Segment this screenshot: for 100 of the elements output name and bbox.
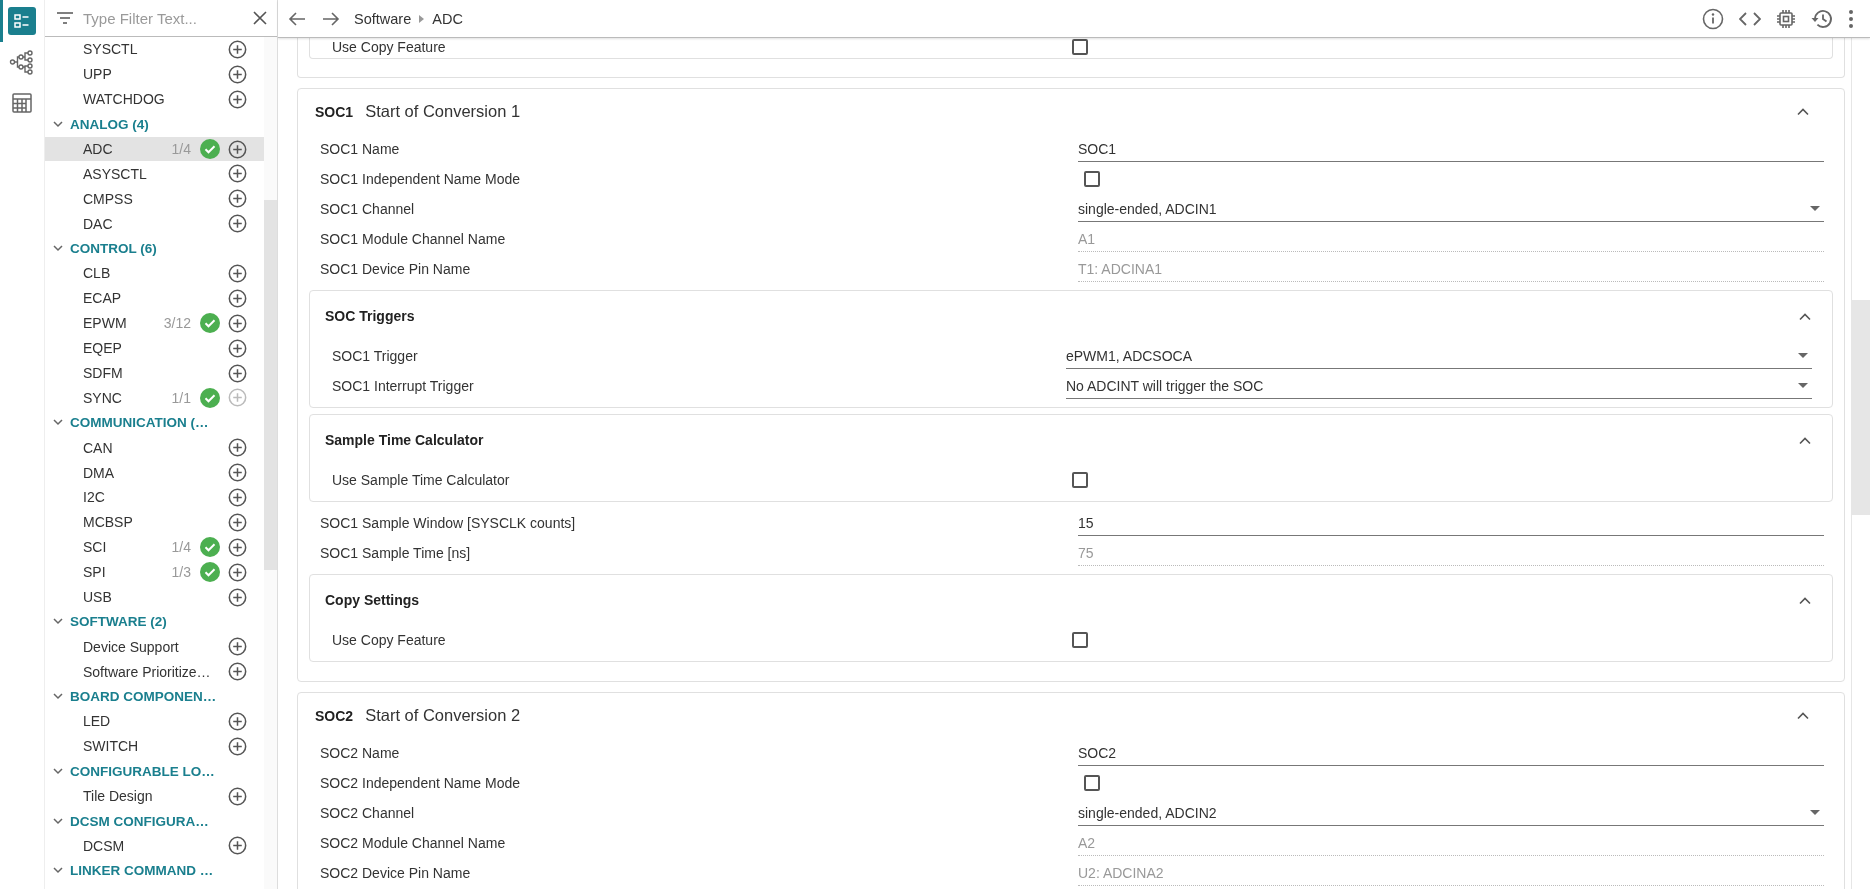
sidebar-item[interactable]: CLB <box>45 261 264 286</box>
text-field[interactable]: SOC2 <box>1078 740 1824 766</box>
sidebar-item[interactable]: ADC 1/4 <box>45 136 264 162</box>
sidebar-item[interactable]: Device Support <box>45 634 264 660</box>
add-icon[interactable] <box>228 463 247 483</box>
category-header[interactable]: ANALOG (4) <box>45 111 264 137</box>
sidebar-item[interactable]: MCBSP <box>45 509 264 535</box>
add-icon[interactable] <box>228 487 247 507</box>
sidebar-item[interactable]: LED <box>45 709 264 734</box>
checkbox[interactable] <box>1084 775 1100 791</box>
sidebar-item[interactable]: WATCHDOG <box>45 86 264 112</box>
sidebar-item[interactable]: EPWM 3/12 <box>45 310 264 336</box>
sidebar-item[interactable]: DMA <box>45 460 264 486</box>
sidebar-item[interactable]: DCSM <box>45 833 264 859</box>
add-icon[interactable] <box>228 39 247 59</box>
checkbox[interactable] <box>1072 39 1088 55</box>
breadcrumb-link[interactable]: ADC <box>432 10 463 27</box>
add-icon[interactable] <box>228 438 247 458</box>
rail-button[interactable] <box>8 48 36 76</box>
sidebar-item[interactable]: SPI 1/3 <box>45 559 264 585</box>
history-icon[interactable] <box>1811 8 1833 29</box>
sidebar-item[interactable]: SCI 1/4 <box>45 534 264 560</box>
chevron-icon[interactable] <box>1796 107 1810 116</box>
sidebar-item[interactable]: CMPSS <box>45 186 264 212</box>
chip-icon[interactable] <box>1776 8 1796 29</box>
chevron-icon[interactable] <box>53 867 63 875</box>
add-icon[interactable] <box>228 89 247 109</box>
add-icon[interactable] <box>228 164 247 184</box>
checkbox[interactable] <box>1072 472 1088 488</box>
add-icon[interactable] <box>228 637 247 657</box>
add-icon[interactable] <box>228 786 247 806</box>
add-icon[interactable] <box>228 512 247 532</box>
category-header[interactable]: CONFIGURABLE LO… <box>45 758 264 784</box>
add-icon[interactable] <box>228 587 247 607</box>
add-icon[interactable] <box>228 363 247 383</box>
add-icon[interactable] <box>228 537 247 557</box>
info-icon[interactable] <box>1702 7 1724 30</box>
chevron-icon[interactable] <box>53 245 63 253</box>
category-header[interactable]: CONTROL (6) <box>45 236 264 261</box>
back-arrow-icon[interactable] <box>288 10 306 27</box>
sidebar-item[interactable]: Tile Design <box>45 783 264 809</box>
scrollbar[interactable] <box>264 200 277 570</box>
add-icon[interactable] <box>228 64 247 84</box>
sidebar-item[interactable]: SWITCH <box>45 733 264 759</box>
sidebar-item[interactable]: I2C <box>45 485 264 510</box>
sidebar-item[interactable]: USB <box>45 584 264 610</box>
add-icon[interactable] <box>228 263 247 283</box>
chevron-icon[interactable] <box>53 618 63 626</box>
chevron-icon[interactable] <box>1796 711 1810 720</box>
add-icon[interactable] <box>228 662 247 682</box>
dropdown[interactable]: single-ended, ADCIN1 <box>1078 196 1824 222</box>
sidebar-item[interactable]: ASYSCTL <box>45 161 264 187</box>
breadcrumb-link[interactable]: Software <box>354 10 412 27</box>
checkbox[interactable] <box>1072 632 1088 648</box>
close-icon[interactable] <box>253 11 267 25</box>
add-icon[interactable] <box>228 214 247 234</box>
chevron-icon[interactable] <box>1798 435 1812 445</box>
sidebar-item[interactable]: SYSCTL <box>45 37 264 62</box>
dropdown[interactable]: ePWM1, ADCSOCA <box>1066 343 1812 369</box>
category-header[interactable]: DCSM CONFIGURA… <box>45 808 264 834</box>
dropdown[interactable]: single-ended, ADCIN2 <box>1078 800 1824 826</box>
sidebar-item[interactable]: SYNC 1/1 <box>45 385 264 411</box>
category-header[interactable]: COMMUNICATION (… <box>45 410 264 436</box>
chevron-icon[interactable] <box>1798 311 1812 321</box>
more-icon[interactable] <box>1848 8 1854 29</box>
scrollbar[interactable] <box>1852 300 1870 515</box>
add-icon[interactable] <box>228 712 247 731</box>
sidebar-item[interactable]: DAC <box>45 211 264 237</box>
add-icon[interactable] <box>228 338 247 358</box>
forward-arrow-icon[interactable] <box>322 10 340 27</box>
sidebar-item[interactable]: SDFM <box>45 360 264 386</box>
sidebar-item[interactable]: ECAP <box>45 285 264 311</box>
dropdown[interactable]: No ADCINT will trigger the SOC <box>1066 373 1812 399</box>
filter-icon[interactable] <box>57 12 73 24</box>
category-header[interactable]: LINKER COMMAND … <box>45 858 264 884</box>
chevron-icon[interactable] <box>53 767 63 775</box>
category-header[interactable]: SOFTWARE (2) <box>45 609 264 635</box>
chevron-icon[interactable] <box>1798 595 1812 605</box>
add-icon[interactable] <box>228 562 247 582</box>
add-icon[interactable] <box>228 736 247 756</box>
add-icon[interactable] <box>228 189 247 209</box>
rail-button[interactable] <box>8 7 36 35</box>
add-icon[interactable] <box>228 313 247 333</box>
filter-field[interactable]: Type Filter Text... <box>83 7 243 29</box>
sidebar-item[interactable]: EQEP <box>45 335 264 361</box>
chevron-icon[interactable] <box>53 120 63 128</box>
chevron-icon[interactable] <box>53 693 63 701</box>
add-icon[interactable] <box>228 836 247 856</box>
checkbox[interactable] <box>1084 171 1100 187</box>
sidebar-item[interactable]: UPP <box>45 61 264 87</box>
chevron-icon[interactable] <box>53 817 63 825</box>
sidebar-item[interactable]: Software Prioritize… <box>45 659 264 685</box>
code-icon[interactable] <box>1739 11 1761 26</box>
text-field[interactable]: 15 <box>1078 510 1824 536</box>
chevron-icon[interactable] <box>53 419 63 427</box>
add-icon[interactable] <box>228 288 247 308</box>
sidebar-item[interactable]: CAN <box>45 435 264 461</box>
add-icon[interactable] <box>228 139 247 159</box>
text-field[interactable]: SOC1 <box>1078 136 1824 162</box>
category-header[interactable]: BOARD COMPONEN… <box>45 684 264 710</box>
